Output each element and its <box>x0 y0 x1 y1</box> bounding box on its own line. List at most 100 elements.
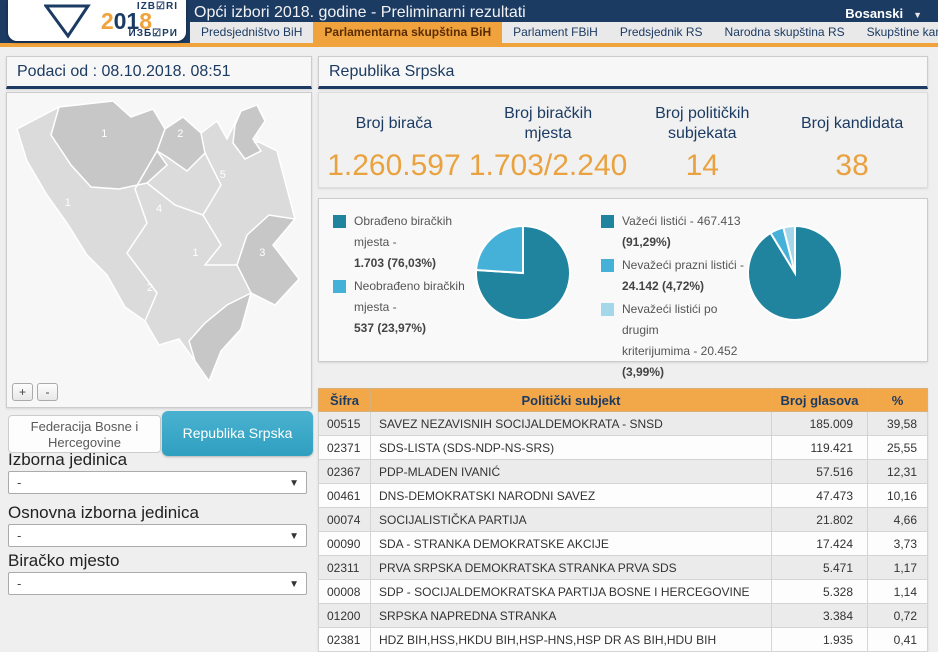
site-logo[interactable]: IZB☑RI 2018 ИЗБ☑РИ <box>8 0 186 41</box>
tab-skup-tine-kantona-u-fbih[interactable]: Skupštine kantona u FBiH <box>856 22 938 43</box>
pie-slice <box>476 226 523 273</box>
table-row[interactable]: 01200SRPSKA NAPREDNA STRANKA3.3840,72 <box>319 604 928 628</box>
party-name-cell: SDP - SOCIJALDEMOKRATSKA PARTIJA BOSNE I… <box>371 580 772 604</box>
votes-cell: 5.471 <box>772 556 868 580</box>
legend-item: Nevažeći listići po drugimkriterijumima … <box>601 299 753 383</box>
legend-swatch <box>601 259 614 272</box>
results-region-title: Republika Srpska <box>318 56 928 89</box>
table-row[interactable]: 00515SAVEZ NEZAVISNIH SOCIJALDEMOKRATA -… <box>319 412 928 436</box>
legend-swatch <box>333 215 346 228</box>
legend-text: Važeći listići - 467.413(91,29%) <box>622 211 741 253</box>
zoom-in-button[interactable]: + <box>12 383 33 401</box>
percent-cell: 39,58 <box>868 412 928 436</box>
stat-item: Broj kandidata38 <box>777 93 927 187</box>
select-biracko-mjesto-value: - <box>17 576 21 591</box>
tab-predsjednik-rs[interactable]: Predsjednik RS <box>609 22 714 43</box>
legend-line: 537 (23,97%) <box>354 318 475 339</box>
summary-stats: Broj birača1.260.597Broj biračkih mjesta… <box>318 92 928 188</box>
tab-parlamentarna-skup-tina-bih[interactable]: Parlamentarna skupština BiH <box>313 22 502 43</box>
stat-label: Broj političkih subjekata <box>627 103 777 145</box>
legend-text: Neobrađeno biračkih mjesta -537 (23,97%) <box>354 276 475 339</box>
tab-parlament-fbih[interactable]: Parlament FBiH <box>502 22 609 43</box>
bosnia-map[interactable] <box>7 93 311 407</box>
pie-chart-processed-stations <box>471 221 575 325</box>
chevron-down-icon: ▼ <box>289 574 299 595</box>
party-name-cell: SDS-LISTA (SDS-NDP-NS-SRS) <box>371 436 772 460</box>
table-row[interactable]: 02371SDS-LISTA (SDS-NDP-NS-SRS)119.42125… <box>319 436 928 460</box>
tab-narodna-skup-tina-rs[interactable]: Narodna skupština RS <box>714 22 856 43</box>
table-row[interactable]: 02367PDP-MLADEN IVANIĆ57.51612,31 <box>319 460 928 484</box>
party-code-cell: 00074 <box>319 508 371 532</box>
table-row[interactable]: 00008SDP - SOCIJALDEMOKRATSKA PARTIJA BO… <box>319 580 928 604</box>
nav-tabs: Predsjedništvo BiHParlamentarna skupštin… <box>190 22 938 43</box>
percent-cell: 0,72 <box>868 604 928 628</box>
legend-swatch <box>601 215 614 228</box>
chevron-down-icon: ▼ <box>289 473 299 494</box>
select-osnovna-izborna-jedinica[interactable]: - ▼ <box>8 524 307 547</box>
results-table: ŠifraPolitički subjektBroj glasova% 0051… <box>318 388 928 652</box>
stat-value: 14 <box>627 149 777 183</box>
entity-tab-federacija-bih[interactable]: Federacija Bosne i Hercegovine <box>8 415 161 453</box>
table-header-cell: % <box>868 389 928 412</box>
party-code-cell: 00090 <box>319 532 371 556</box>
table-header-cell: Broj glasova <box>772 389 868 412</box>
party-name-cell: PRVA SRPSKA DEMOKRATSKA STRANKA PRVA SDS <box>371 556 772 580</box>
bosnia-triangle-icon <box>44 3 100 39</box>
entity-tab-republika-srpska[interactable]: Republika Srpska <box>162 411 313 456</box>
stat-label: Broj biračkih mjesta <box>469 103 627 145</box>
table-row[interactable]: 02311PRVA SRPSKA DEMOKRATSKA STRANKA PRV… <box>319 556 928 580</box>
select-osnovna-izborna-jedinica-value: - <box>17 528 21 543</box>
language-label: Bosanski <box>845 6 903 21</box>
select-biracko-mjesto[interactable]: - ▼ <box>8 572 307 595</box>
legend-item: Nevažeći prazni listići -24.142 (4,72%) <box>601 255 753 297</box>
stat-item: Broj političkih subjekata 14 <box>627 93 777 187</box>
stat-item: Broj biračkih mjesta1.703/2.240 <box>469 93 627 187</box>
tab-predsjedni-tvo-bih[interactable]: Predsjedništvo BiH <box>190 22 313 43</box>
legend-line: 24.142 (4,72%) <box>622 276 744 297</box>
party-name-cell: SOCIJALISTIČKA PARTIJA <box>371 508 772 532</box>
results-table-header-row: ŠifraPolitički subjektBroj glasova% <box>319 389 928 412</box>
legend-line: 1.703 (76,03%) <box>354 253 475 274</box>
header-accent-line <box>0 43 938 47</box>
party-code-cell: 02371 <box>319 436 371 460</box>
table-row[interactable]: 00074SOCIJALISTIČKA PARTIJA21.8024,66 <box>319 508 928 532</box>
zoom-out-button[interactable]: - <box>37 383 58 401</box>
language-selector[interactable]: Bosanski▼ <box>845 6 922 21</box>
votes-cell: 119.421 <box>772 436 868 460</box>
percent-cell: 0,41 <box>868 628 928 652</box>
stat-label: Broj kandidata <box>777 103 927 145</box>
party-name-cell: PDP-MLADEN IVANIĆ <box>371 460 772 484</box>
table-row[interactable]: 00461DNS-DEMOKRATSKI NARODNI SAVEZ47.473… <box>319 484 928 508</box>
votes-cell: 17.424 <box>772 532 868 556</box>
chevron-down-icon: ▼ <box>289 526 299 547</box>
legend-line: Važeći listići - 467.413 <box>622 211 741 232</box>
percent-cell: 4,66 <box>868 508 928 532</box>
legend-text: Nevažeći listići po drugimkriterijumima … <box>622 299 753 383</box>
stat-label: Broj birača <box>319 103 469 145</box>
percent-cell: 1,17 <box>868 556 928 580</box>
party-code-cell: 02311 <box>319 556 371 580</box>
table-row[interactable]: 02381HDZ BIH,HSS,HKDU BIH,HSP-HNS,HSP DR… <box>319 628 928 652</box>
table-row[interactable]: 00090SDA - STRANKA DEMOKRATSKE AKCIJE17.… <box>319 532 928 556</box>
page-title: Opći izbori 2018. godine - Preliminarni … <box>194 4 526 22</box>
logo-year-digit: 0 <box>114 8 127 34</box>
logo-inner: IZB☑RI 2018 ИЗБ☑РИ <box>58 1 178 40</box>
votes-cell: 57.516 <box>772 460 868 484</box>
party-code-cell: 00515 <box>319 412 371 436</box>
legend-line: Obrađeno biračkih mjesta - <box>354 211 475 253</box>
party-name-cell: SDA - STRANKA DEMOKRATSKE AKCIJE <box>371 532 772 556</box>
filter-izborna-jedinica-label: Izborna jedinica <box>8 450 127 470</box>
legend-line: Nevažeći listići po drugim <box>622 299 753 341</box>
select-izborna-jedinica[interactable]: - ▼ <box>8 471 307 494</box>
legend-line: Neobrađeno biračkih mjesta - <box>354 276 475 318</box>
legend-line: Nevažeći prazni listići - <box>622 255 744 276</box>
map-panel[interactable]: 122514132 + - <box>6 92 312 408</box>
legend-swatch <box>333 280 346 293</box>
table-header-cell: Politički subjekt <box>371 389 772 412</box>
party-code-cell: 02381 <box>319 628 371 652</box>
pie-chart-ballots <box>743 221 847 325</box>
legend-text: Nevažeći prazni listići -24.142 (4,72%) <box>622 255 744 297</box>
legend-line: kriterijumima - 20.452 <box>622 341 753 362</box>
percent-cell: 3,73 <box>868 532 928 556</box>
legend-item: Obrađeno biračkih mjesta -1.703 (76,03%) <box>333 211 475 274</box>
